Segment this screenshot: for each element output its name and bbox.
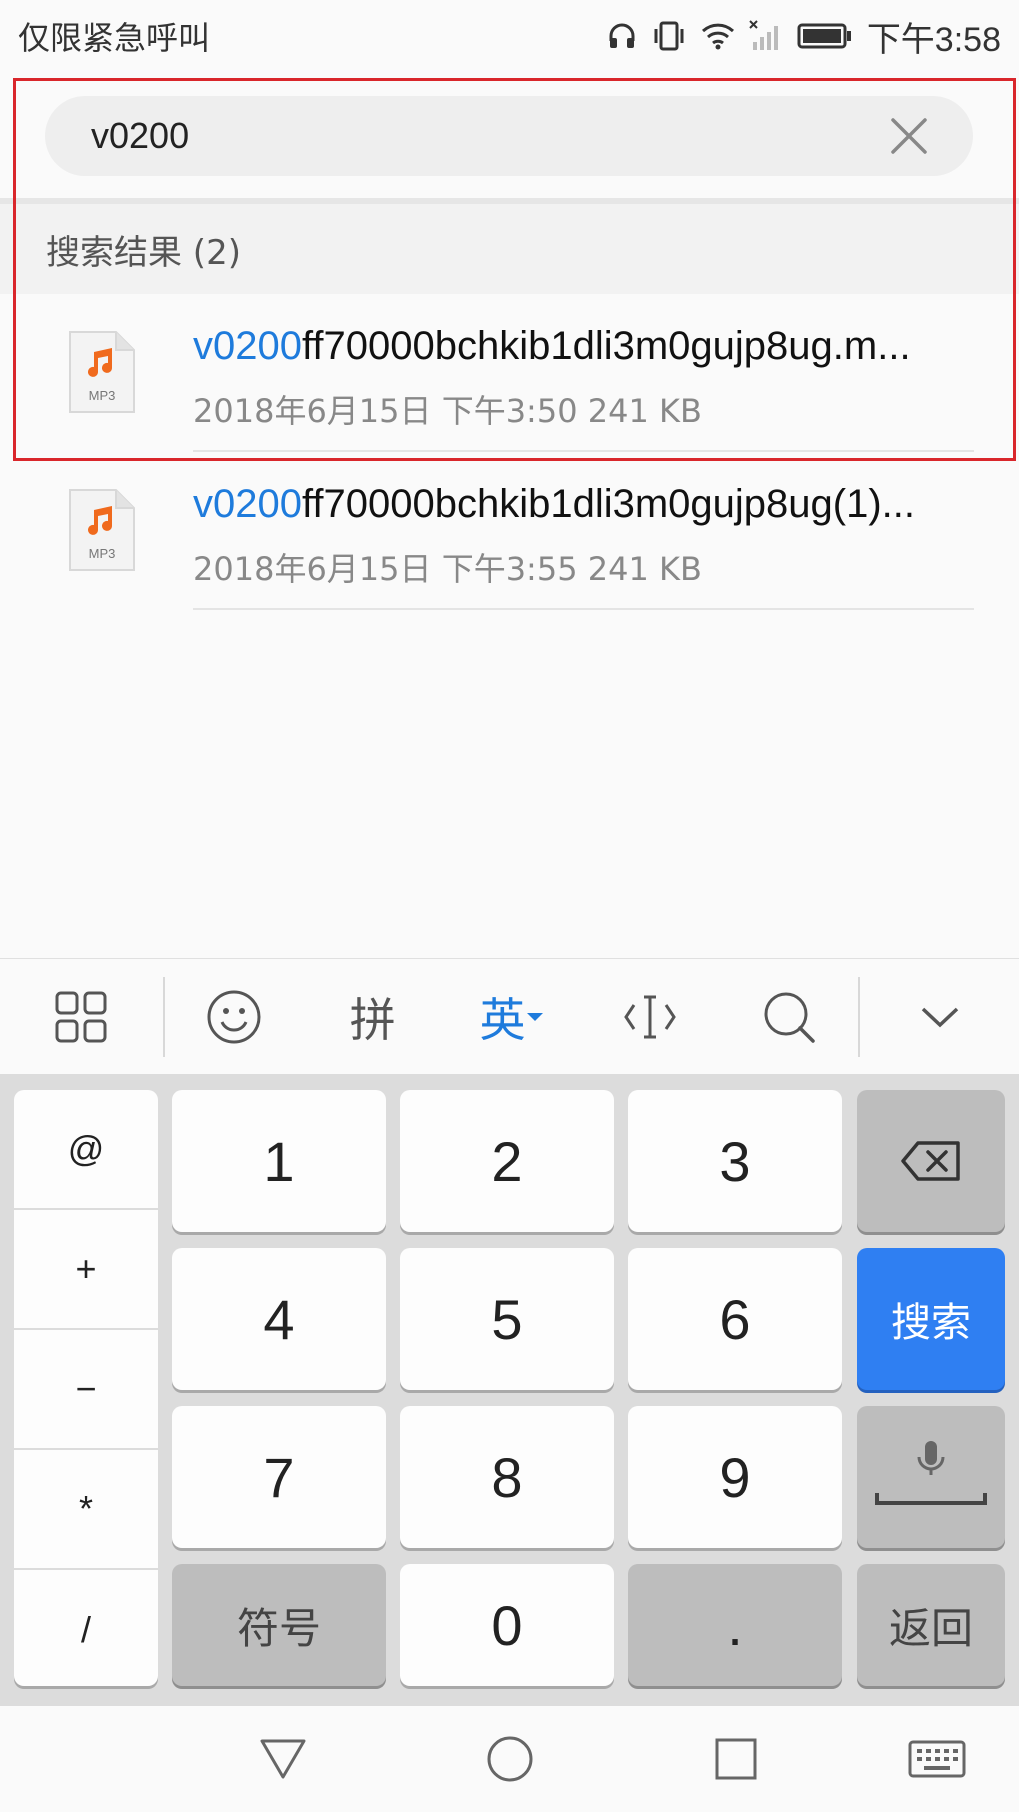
- key-8[interactable]: 8: [400, 1406, 614, 1548]
- back-key[interactable]: 返回: [857, 1564, 1005, 1686]
- symbol-column: @ + − * /: [14, 1090, 158, 1686]
- space-voice-key[interactable]: [857, 1406, 1005, 1548]
- key-minus[interactable]: −: [14, 1330, 158, 1450]
- emoji-button[interactable]: [165, 959, 304, 1075]
- clock: 下午3:58: [866, 20, 1001, 59]
- hide-keyboard-button[interactable]: [860, 959, 1019, 1075]
- keyboard-search-button[interactable]: [720, 959, 859, 1075]
- wifi-icon: [701, 23, 734, 50]
- recents-button[interactable]: [701, 1728, 771, 1790]
- home-button[interactable]: [475, 1728, 545, 1790]
- result-meta: 2018年6月15日 下午3:55 241 KB: [193, 550, 702, 588]
- home-circle-icon: [487, 1736, 533, 1782]
- key-0[interactable]: 0: [400, 1564, 614, 1686]
- key-at[interactable]: @: [14, 1090, 158, 1210]
- grid-menu-button[interactable]: [0, 959, 163, 1075]
- key-4[interactable]: 4: [172, 1248, 386, 1390]
- switch-keyboard-button[interactable]: [897, 1728, 977, 1790]
- microphone-icon: [875, 1441, 987, 1505]
- numeric-keyboard: @ + − * / 1 2 3 4 5 6 搜索 7 8 9 符号 0 . 返回: [0, 1074, 1019, 1706]
- mp3-label: MP3: [89, 546, 116, 561]
- close-icon: [891, 118, 927, 154]
- search-bar[interactable]: [45, 96, 973, 176]
- result-title: v0200ff70000bchkib1dli3m0gujp8ug(1)...: [193, 482, 973, 527]
- divider: [193, 608, 974, 610]
- list-item[interactable]: MP3 v0200ff70000bchkib1dli3m0gujp8ug.m..…: [0, 294, 1019, 452]
- result-title-rest: ff70000bchkib1dli3m0gujp8ug.m...: [301, 324, 911, 368]
- search-icon: [764, 992, 815, 1043]
- symbols-key[interactable]: 符号: [172, 1564, 386, 1686]
- smiley-icon: [207, 990, 261, 1043]
- match-highlight: v0200: [193, 482, 302, 526]
- back-button[interactable]: [248, 1728, 318, 1790]
- key-3[interactable]: 3: [628, 1090, 842, 1232]
- result-title-rest: ff70000bchkib1dli3m0gujp8ug(1)...: [301, 482, 916, 526]
- battery-icon: [797, 23, 851, 49]
- status-bar: 仅限紧急呼叫 下午3:58: [0, 0, 1019, 72]
- text-cursor-icon: [624, 995, 677, 1038]
- status-icons: 下午3:58: [607, 12, 1001, 61]
- results-header: 搜索结果 (2): [0, 204, 1019, 294]
- key-slash[interactable]: /: [14, 1570, 158, 1690]
- navigation-bar: [0, 1706, 1019, 1812]
- key-1[interactable]: 1: [172, 1090, 386, 1232]
- list-item[interactable]: MP3 v0200ff70000bchkib1dli3m0gujp8ug(1).…: [0, 452, 1019, 610]
- mp3-file-icon: MP3: [69, 489, 135, 571]
- key-6[interactable]: 6: [628, 1248, 842, 1390]
- key-asterisk[interactable]: *: [14, 1450, 158, 1570]
- mp3-file-icon: MP3: [69, 331, 135, 413]
- key-9[interactable]: 9: [628, 1406, 842, 1548]
- dot-key[interactable]: .: [628, 1564, 842, 1686]
- headphones-icon: [609, 23, 635, 48]
- english-mode-label: 英: [479, 992, 526, 1047]
- search-input[interactable]: [91, 115, 885, 157]
- back-triangle-icon: [260, 1739, 306, 1779]
- no-signal-icon: [749, 20, 778, 50]
- chevron-down-icon: [921, 1007, 958, 1027]
- carrier-text: 仅限紧急呼叫: [18, 19, 211, 57]
- search-key[interactable]: 搜索: [857, 1248, 1005, 1390]
- keyboard-icon: [908, 1740, 966, 1778]
- key-7[interactable]: 7: [172, 1406, 386, 1548]
- clear-button[interactable]: [885, 112, 933, 160]
- backspace-key[interactable]: [857, 1090, 1005, 1232]
- key-2[interactable]: 2: [400, 1090, 614, 1232]
- keyboard-toolbar: 拼 英: [0, 958, 1019, 1074]
- cursor-button[interactable]: [581, 959, 720, 1075]
- vibrate-icon: [654, 21, 684, 51]
- mp3-label: MP3: [89, 388, 116, 403]
- grid-icon: [55, 991, 107, 1042]
- match-highlight: v0200: [193, 324, 302, 368]
- backspace-icon: [901, 1141, 960, 1181]
- key-5[interactable]: 5: [400, 1248, 614, 1390]
- english-mode-button[interactable]: 英: [442, 959, 581, 1075]
- result-title: v0200ff70000bchkib1dli3m0gujp8ug.m...: [193, 324, 973, 369]
- caret-down-icon: [526, 1012, 543, 1021]
- pinyin-mode-button[interactable]: 拼: [303, 959, 442, 1075]
- recents-square-icon: [715, 1738, 757, 1780]
- key-plus[interactable]: +: [14, 1210, 158, 1330]
- result-meta: 2018年6月15日 下午3:50 241 KB: [193, 392, 702, 430]
